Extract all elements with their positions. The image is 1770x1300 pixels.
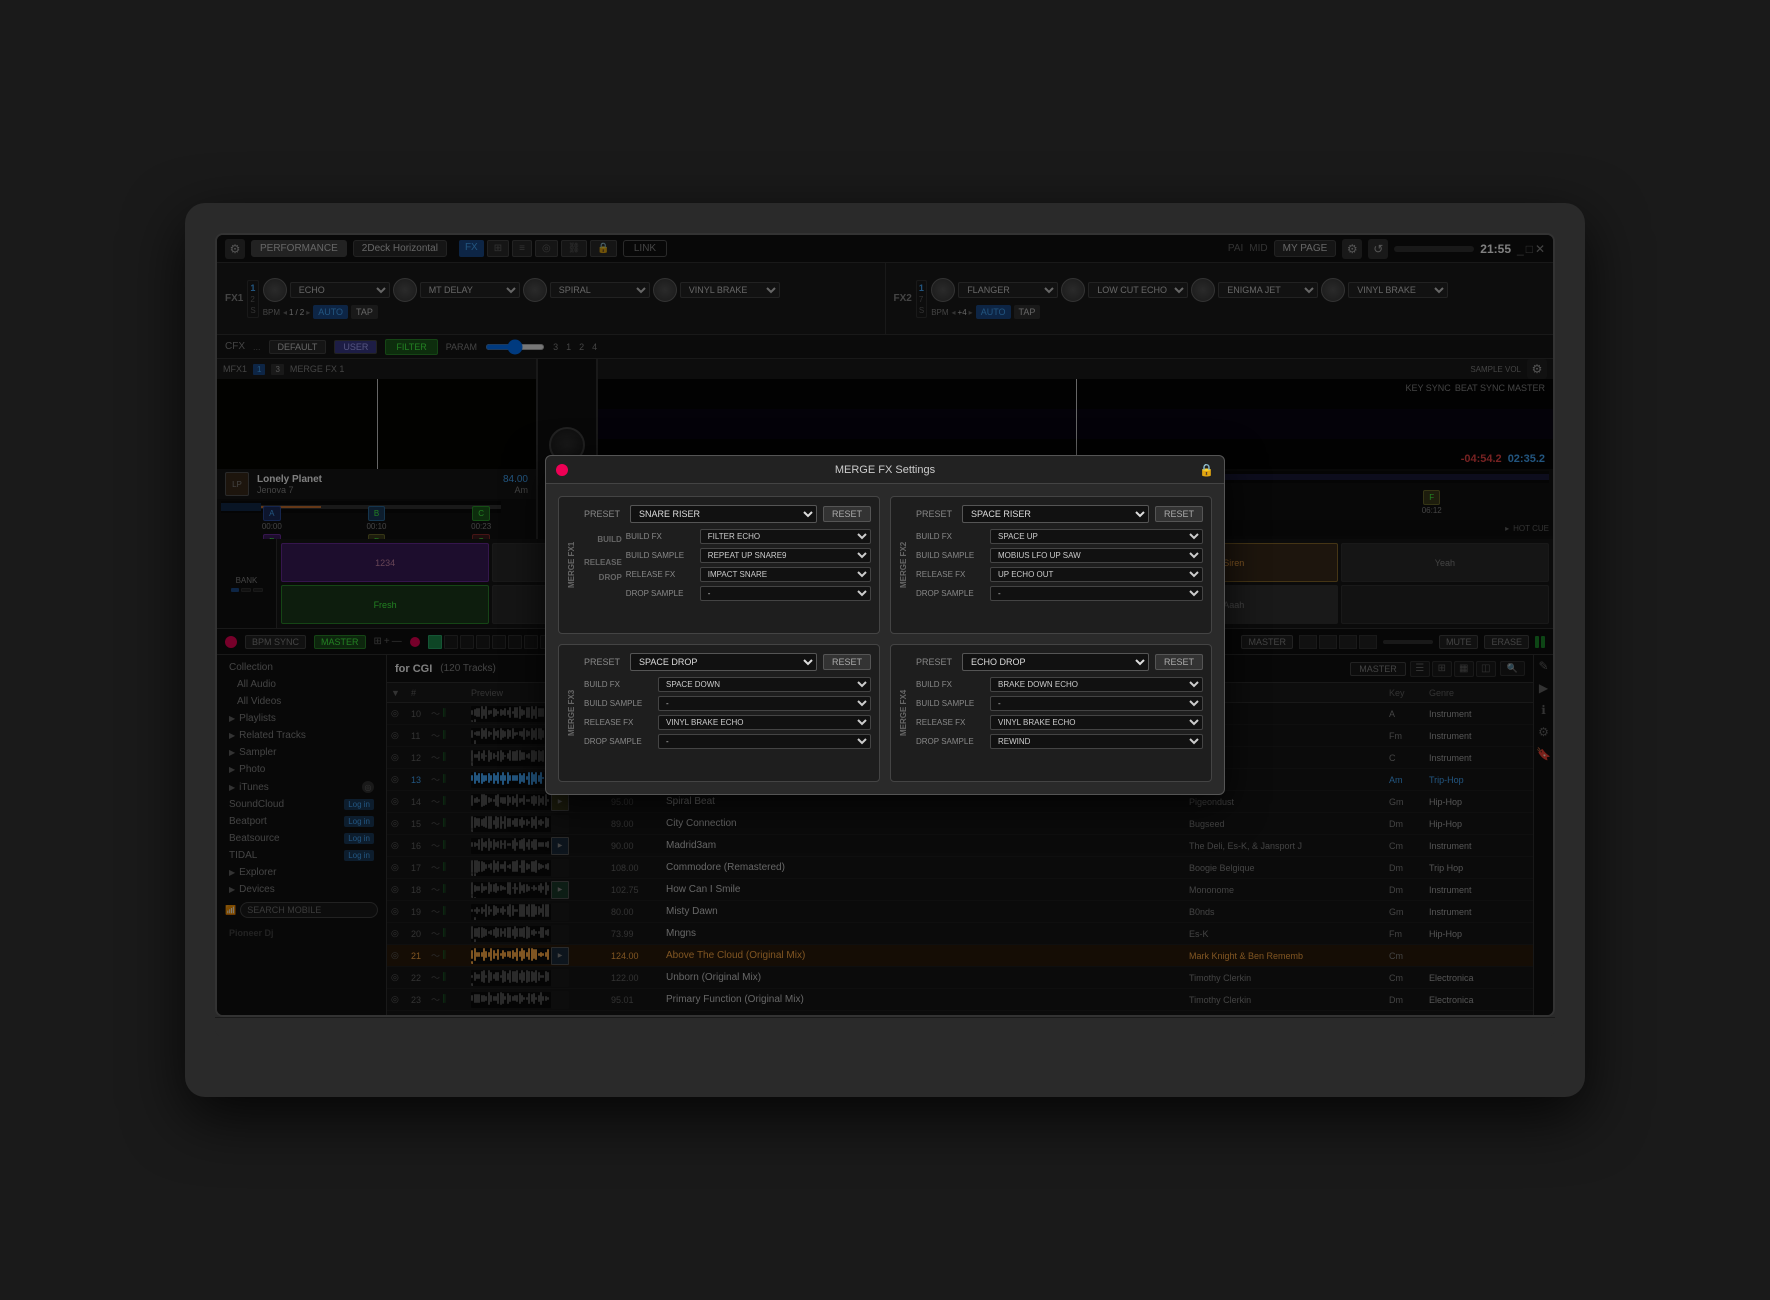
merge-fx1-release-fx-select[interactable]: IMPACT SNARE xyxy=(700,567,871,582)
merge-fx1-box: MERGE FX1 PRESET SNARE RISER RESET xyxy=(558,496,880,634)
release-fx-label-3: RELEASE FX xyxy=(584,718,654,727)
modal-overlay: MERGE FX Settings 🔒 MERGE FX1 xyxy=(217,235,1553,1015)
merge-fx2-build-sample-select[interactable]: MOBIUS LFO UP SAW xyxy=(990,548,1203,563)
build-fx-label-2: BUILD FX xyxy=(916,532,986,541)
preset-label-3: PRESET xyxy=(584,657,624,667)
merge-fx2-preset-select[interactable]: SPACE RISER xyxy=(962,505,1149,523)
merge-fx1-preset-select[interactable]: SNARE RISER xyxy=(630,505,817,523)
build-sample-label-3: BUILD SAMPLE xyxy=(584,699,654,708)
merge-fx4-release-fx-select[interactable]: VINYL BRAKE ECHO xyxy=(990,715,1203,730)
merge-fx2-release-fx-select[interactable]: UP ECHO OUT xyxy=(990,567,1203,582)
merge-fx4-reset-btn[interactable]: RESET xyxy=(1155,654,1203,670)
drop-sample-label-4: DROP SAMPLE xyxy=(916,737,986,746)
merge-fx1-preset-row: PRESET SNARE RISER RESET xyxy=(584,505,871,523)
merge-fx1-drop-sample-select[interactable]: - xyxy=(700,586,871,601)
merge-fx3-build-sample-select[interactable]: - xyxy=(658,696,871,711)
merge-fx4-side-label: MERGE FX4 xyxy=(899,653,908,773)
merge-fx3-box: MERGE FX3 PRESET SPACE DROP RESET xyxy=(558,644,880,782)
build-fx-label-4: BUILD FX xyxy=(916,680,986,689)
merge-fx2-reset-btn[interactable]: RESET xyxy=(1155,506,1203,522)
preset-label-4: PRESET xyxy=(916,657,956,667)
modal-lock-icon: 🔒 xyxy=(1199,463,1214,477)
merge-fx-modal: MERGE FX Settings 🔒 MERGE FX1 xyxy=(545,455,1225,795)
preset-label-1: PRESET xyxy=(584,509,624,519)
merge-fx2-side-label: MERGE FX2 xyxy=(899,505,908,625)
build-fx-label-1: BUILD FX xyxy=(626,532,696,541)
merge-fx3-release-fx-select[interactable]: VINYL BRAKE ECHO xyxy=(658,715,871,730)
drop-sample-label-1: DROP SAMPLE xyxy=(626,589,696,598)
build-sample-label-1: BUILD SAMPLE xyxy=(626,551,696,560)
merge-fx3-preset-select[interactable]: SPACE DROP xyxy=(630,653,817,671)
release-fx-label-1: RELEASE FX xyxy=(626,570,696,579)
merge-fx4-preset-row: PRESET ECHO DROP RESET xyxy=(916,653,1203,671)
merge-fx3-preset-row: PRESET SPACE DROP RESET xyxy=(584,653,871,671)
merge-fx2-build-fx-select[interactable]: SPACE UP xyxy=(990,529,1203,544)
modal-close-btn[interactable] xyxy=(556,464,568,476)
build-sample-label-2: BUILD SAMPLE xyxy=(916,551,986,560)
merge-fx2-preset-row: PRESET SPACE RISER RESET xyxy=(916,505,1203,523)
merge-fx3-build-fx-select[interactable]: SPACE DOWN xyxy=(658,677,871,692)
preset-label-2: PRESET xyxy=(916,509,956,519)
merge-fx4-preset-select[interactable]: ECHO DROP xyxy=(962,653,1149,671)
merge-fx1-side-label: MERGE FX1 xyxy=(567,505,576,625)
merge-fx4-build-fx-select[interactable]: BRAKE DOWN ECHO xyxy=(990,677,1203,692)
merge-fx4-box: MERGE FX4 PRESET ECHO DROP RESET xyxy=(890,644,1212,782)
build-fx-label-3: BUILD FX xyxy=(584,680,654,689)
release-fx-label-2: RELEASE FX xyxy=(916,570,986,579)
merge-fx3-side-label: MERGE FX3 xyxy=(567,653,576,773)
drop-sample-label-3: DROP SAMPLE xyxy=(584,737,654,746)
merge-fx1-build-fx-select[interactable]: FILTER ECHO xyxy=(700,529,871,544)
merge-fx1-build-sample-select[interactable]: REPEAT UP SNARE9 xyxy=(700,548,871,563)
merge-fx2-drop-sample-select[interactable]: - xyxy=(990,586,1203,601)
merge-fx2-box: MERGE FX2 PRESET SPACE RISER RESET xyxy=(890,496,1212,634)
release-fx-label-4: RELEASE FX xyxy=(916,718,986,727)
modal-title: MERGE FX Settings xyxy=(835,464,935,476)
release-label-1: RELEASE xyxy=(584,548,622,569)
merge-fx1-reset-btn[interactable]: RESET xyxy=(823,506,871,522)
drop-label-1: DROP xyxy=(599,571,622,584)
merge-fx3-drop-sample-select[interactable]: - xyxy=(658,734,871,749)
merge-fx3-reset-btn[interactable]: RESET xyxy=(823,654,871,670)
modal-body: MERGE FX1 PRESET SNARE RISER RESET xyxy=(546,484,1224,794)
laptop-chin xyxy=(215,1017,1555,1037)
build-sample-label-4: BUILD SAMPLE xyxy=(916,699,986,708)
drop-sample-label-2: DROP SAMPLE xyxy=(916,589,986,598)
merge-fx4-build-sample-select[interactable]: - xyxy=(990,696,1203,711)
merge-fx4-drop-sample-select[interactable]: REWIND xyxy=(990,734,1203,749)
modal-title-bar: MERGE FX Settings 🔒 xyxy=(546,456,1224,484)
build-label-1: BUILD xyxy=(597,533,621,546)
